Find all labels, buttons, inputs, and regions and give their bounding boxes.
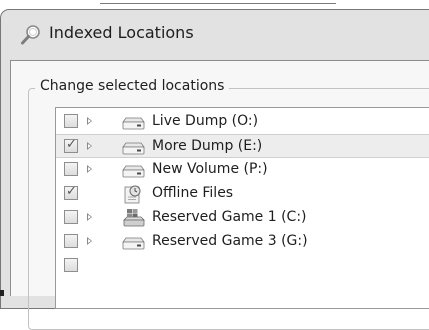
- offline-files-icon: [124, 185, 141, 204]
- location-label: Live Dump (O:): [152, 113, 259, 129]
- locations-tree-list[interactable]: Live Dump (O:) ✓ More Dump (E:) New Volu…: [55, 107, 429, 309]
- drive-icon: [122, 237, 145, 250]
- location-checkbox[interactable]: [64, 162, 78, 176]
- location-label: Offline Files: [152, 185, 234, 201]
- expand-arrow-icon[interactable]: [87, 142, 92, 150]
- expand-arrow-icon[interactable]: [87, 165, 92, 173]
- location-checkbox[interactable]: [64, 258, 78, 272]
- window-edge: [0, 290, 4, 296]
- top-divider: [100, 3, 336, 4]
- location-checkbox[interactable]: ✓: [64, 137, 78, 153]
- checkmark-icon: ✓: [66, 137, 77, 152]
- location-checkbox[interactable]: ✓: [64, 184, 78, 200]
- list-item[interactable]: ✓ More Dump (E:): [56, 134, 429, 158]
- list-item[interactable]: New Volume (P:): [56, 158, 429, 182]
- drive-icon: [122, 117, 145, 130]
- list-item[interactable]: Reserved Game 3 (G:): [56, 230, 429, 254]
- list-item[interactable]: Live Dump (O:): [56, 110, 429, 134]
- list-item[interactable]: ✓ Offline Files: [56, 182, 429, 206]
- system-drive-icon: [123, 209, 145, 227]
- location-checkbox[interactable]: [64, 114, 78, 128]
- expand-arrow-icon[interactable]: [87, 213, 92, 221]
- checkmark-icon: ✓: [66, 184, 77, 199]
- location-label: Reserved Game 3 (G:): [152, 233, 308, 249]
- search-magnifier-icon: [21, 25, 40, 45]
- drive-icon: [122, 142, 145, 155]
- group-label: Change selected locations: [35, 78, 230, 94]
- expand-arrow-icon[interactable]: [87, 237, 92, 245]
- location-checkbox[interactable]: [64, 234, 78, 248]
- location-label: New Volume (P:): [152, 161, 268, 177]
- title-bar[interactable]: Indexed Locations: [1, 10, 429, 58]
- location-checkbox[interactable]: [64, 210, 78, 224]
- list-item[interactable]: [56, 254, 429, 278]
- window-title: Indexed Locations: [49, 23, 194, 42]
- location-label: Reserved Game 1 (C:): [152, 209, 307, 225]
- expand-arrow-icon[interactable]: [87, 117, 92, 125]
- location-label: More Dump (E:): [152, 138, 263, 154]
- list-item[interactable]: Reserved Game 1 (C:): [56, 206, 429, 230]
- drive-icon: [122, 165, 145, 178]
